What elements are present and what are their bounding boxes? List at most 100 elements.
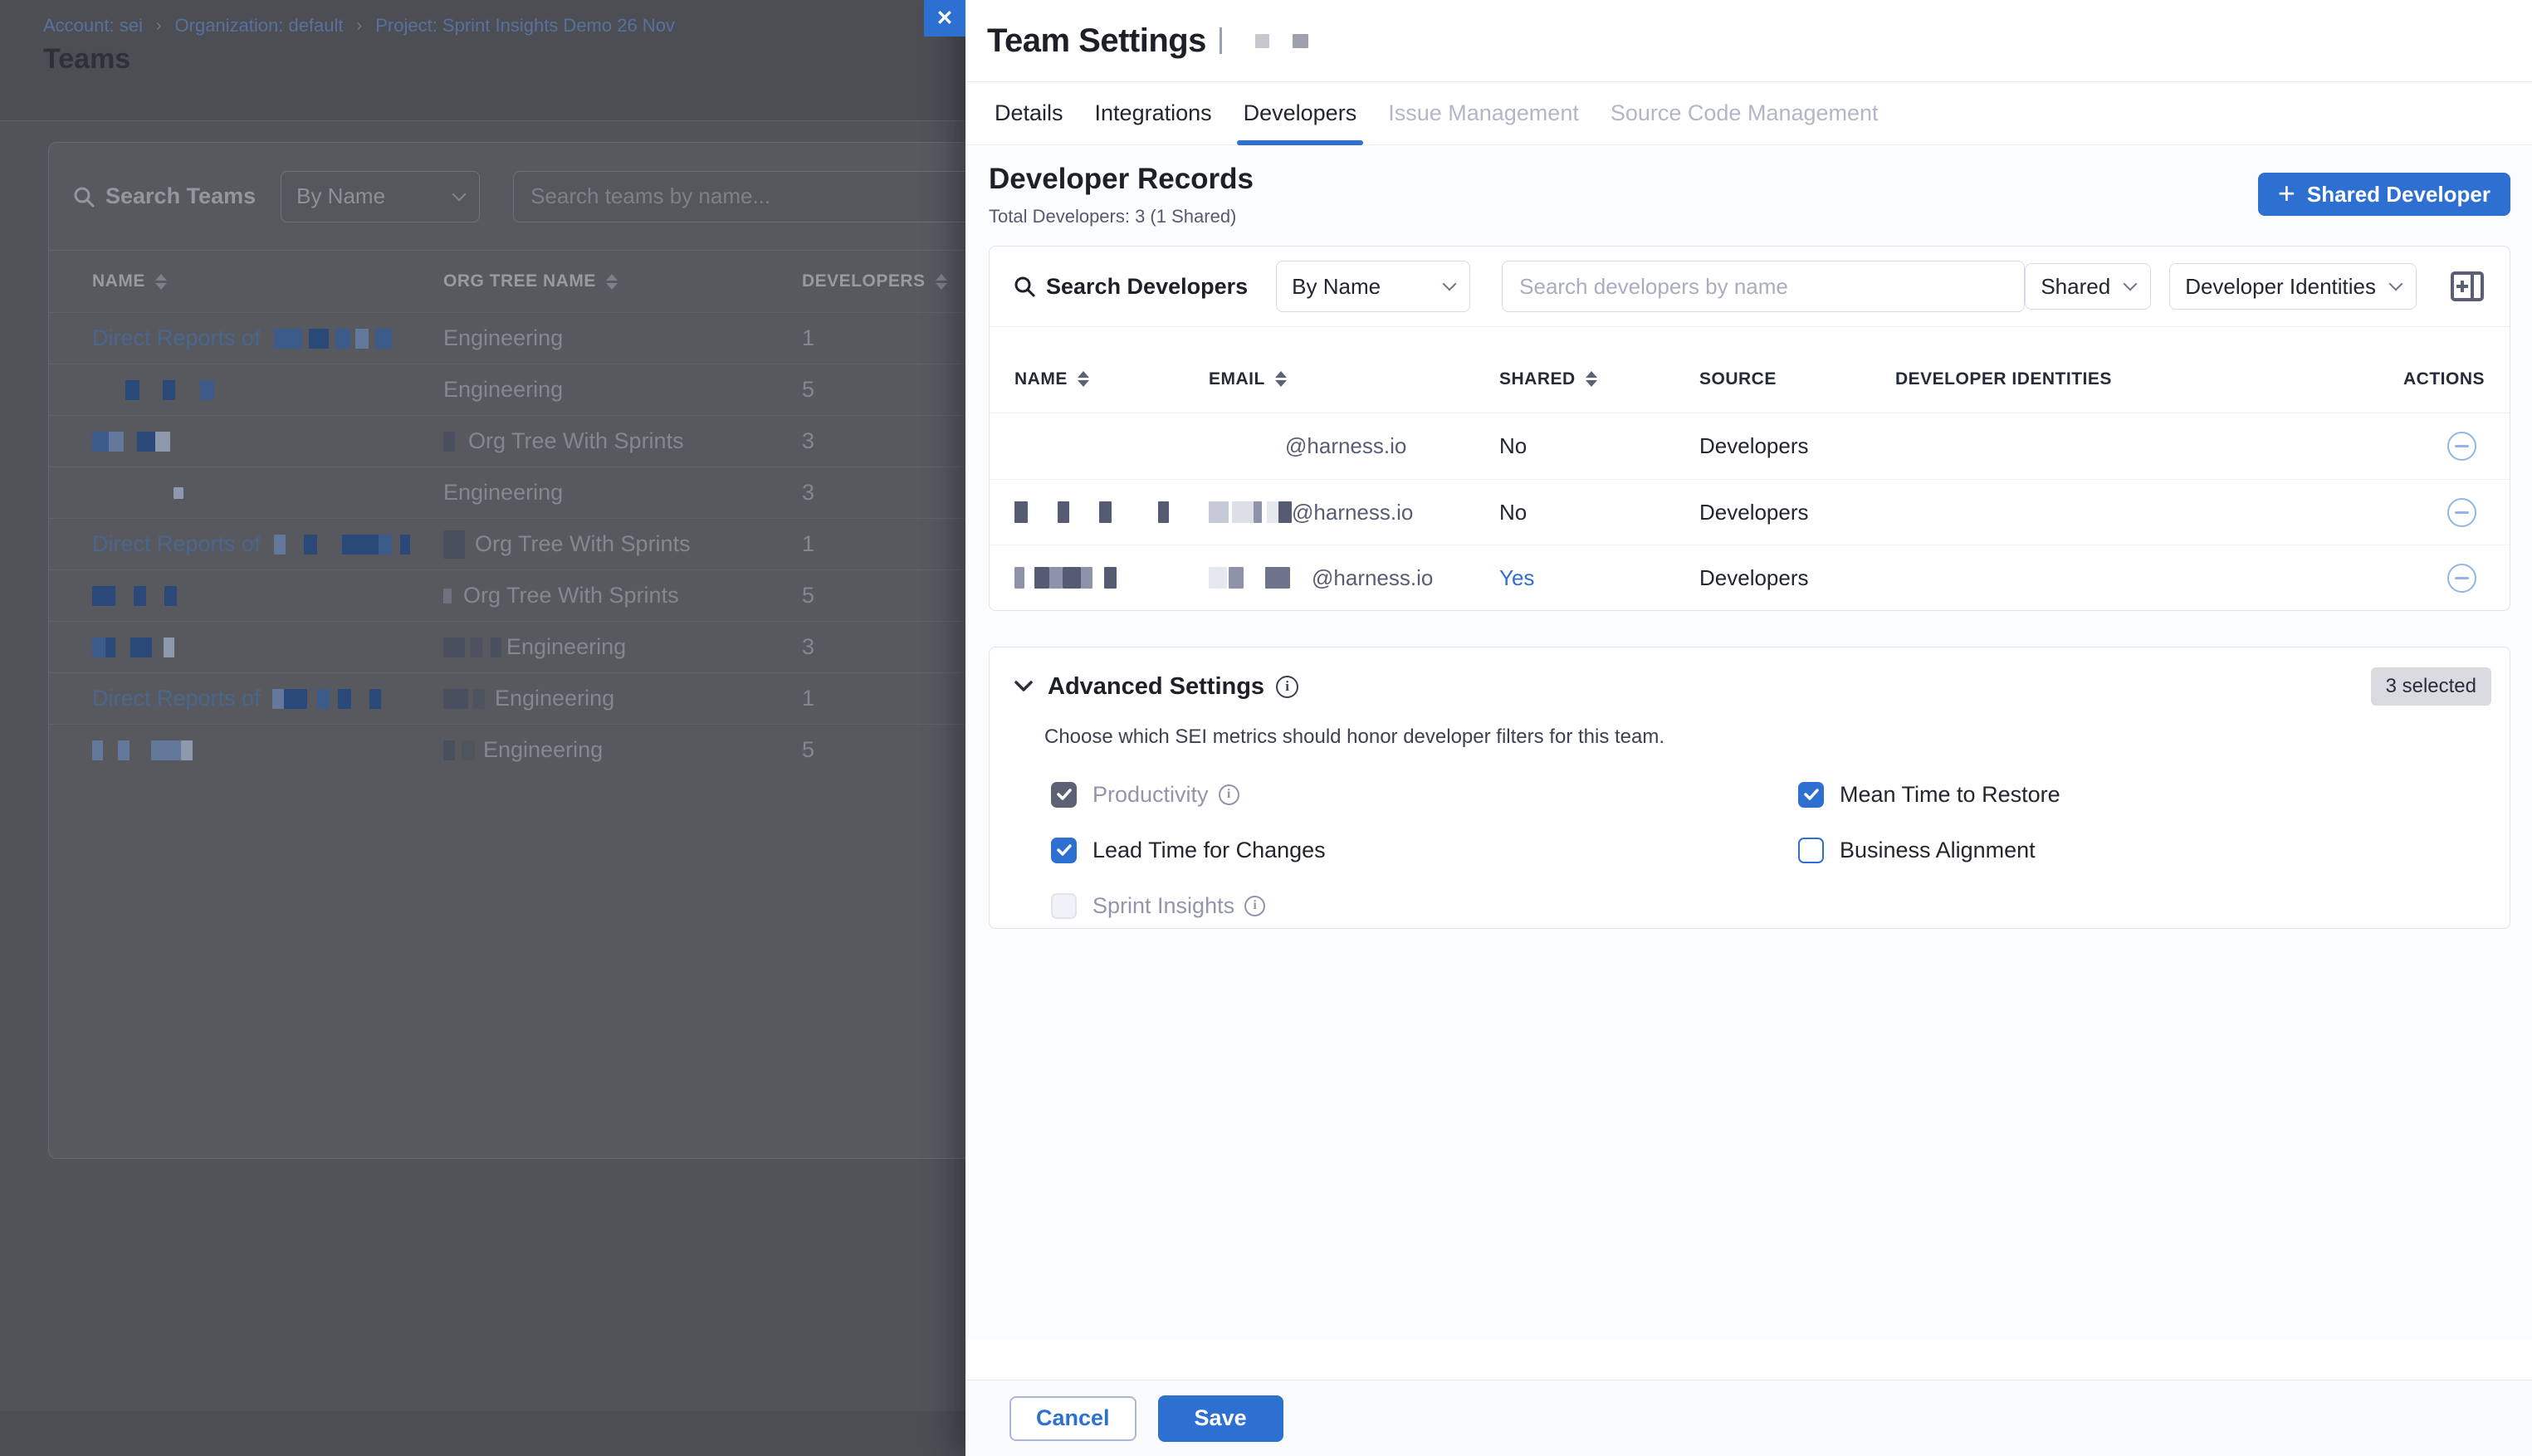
search-icon [72,185,95,208]
tab-integrations[interactable]: Integrations [1095,82,1212,144]
metric-sprint-insights: Sprint Insights i [1051,890,1798,921]
search-icon [1013,275,1036,298]
selected-count-badge: 3 selected [2371,667,2491,706]
content-bottom-strip [965,1340,2532,1380]
column-header-email[interactable]: EMAIL [1209,351,1499,389]
search-developers-input[interactable] [1502,261,2025,312]
teams-filter-by-value: By Name [296,183,385,209]
chevron-down-icon [452,187,467,201]
breadcrumb-separator: › [156,17,162,36]
advanced-settings-title: Advanced Settings [1048,673,1264,701]
teams-filter-by-select[interactable]: By Name [281,171,480,222]
drawer-header: Team Settings [965,0,2532,82]
breadcrumb-project[interactable]: Project: Sprint Insights Demo 26 Nov [375,15,675,37]
shared-filter-select[interactable]: Shared [2025,263,2151,310]
records-subtitle: Total Developers: 3 (1 Shared) [989,206,1254,227]
metric-label: Sprint Insights [1092,893,1234,919]
lead-time-for-changes-checkbox[interactable] [1051,838,1077,863]
metric-label: Mean Time to Restore [1840,782,2060,808]
drawer-title: Team Settings [987,22,1206,60]
column-header-shared[interactable]: SHARED [1499,351,1699,389]
sort-icon[interactable] [1078,371,1089,387]
tab-details[interactable]: Details [995,82,1063,144]
add-shared-developer-button[interactable]: + Shared Developer [2258,173,2510,216]
team-name-link[interactable]: Direct Reports of [92,686,261,711]
metric-label: Business Alignment [1840,838,2036,863]
redacted-team-name [1255,34,1269,48]
developer-row[interactable]: @harness.io Yes Developers [990,545,2510,610]
cancel-button[interactable]: Cancel [1009,1396,1136,1441]
developer-email-cell: @harness.io [1209,565,1499,591]
tab-issue-management[interactable]: Issue Management [1388,82,1579,144]
column-header-source: SOURCE [1699,351,1895,389]
title-divider [1220,27,1222,54]
drawer-body: Developer Records Total Developers: 3 (1… [965,145,2532,1380]
advanced-settings-header[interactable]: Advanced Settings i 3 selected [1014,667,2491,706]
sort-icon[interactable] [936,274,947,290]
developer-identities-filter-select[interactable]: Developer Identities [2169,263,2417,310]
breadcrumb-organization[interactable]: Organization: default [175,15,344,37]
metric-lead-time-for-changes: Lead Time for Changes [1051,834,1798,866]
info-icon[interactable]: i [1244,896,1265,916]
developer-shared-cell: No [1499,500,1699,525]
tab-developers[interactable]: Developers [1244,82,1357,144]
column-header-name[interactable]: NAME [92,271,443,291]
developer-shared-cell: No [1499,433,1699,459]
column-header-name[interactable]: NAME [1014,351,1209,389]
close-icon: ✕ [936,6,954,31]
save-button[interactable]: Save [1158,1395,1283,1442]
redacted-team-name [1293,34,1308,48]
team-name-link[interactable]: Direct Reports of [92,325,261,351]
metric-label: Productivity [1092,782,1209,808]
column-header-actions: ACTIONS [2393,351,2485,389]
sprint-insights-checkbox[interactable] [1051,893,1077,919]
developer-name-cell [1014,567,1209,589]
sort-icon[interactable] [1275,371,1287,387]
remove-developer-icon[interactable] [2447,432,2476,461]
developer-row[interactable]: @harness.io No Developers [990,413,2510,479]
metric-label: Lead Time for Changes [1092,838,1326,863]
team-name-link[interactable]: Direct Reports of [92,531,261,557]
filter-by-value: By Name [1292,274,1381,300]
chevron-down-icon [1443,277,1457,291]
developers-search-row: Search Developers By Name Shared Develop… [990,247,2510,327]
page-title: Teams [43,43,130,76]
records-title: Developer Records [989,163,1254,196]
developer-row[interactable]: @harness.io No Developers [990,479,2510,545]
breadcrumb-account[interactable]: Account: sei [43,15,143,37]
team-settings-drawer: Team Settings Details Integrations Devel… [965,0,2532,1456]
shared-filter-value: Shared [2041,274,2110,300]
info-icon[interactable]: i [1219,784,1239,805]
breadcrumb-separator: › [357,17,363,36]
info-icon[interactable]: i [1276,676,1298,698]
chevron-down-icon [2389,277,2403,291]
column-header-developer-identities: DEVELOPER IDENTITIES [1895,351,2393,389]
close-drawer-button[interactable]: ✕ [924,0,965,37]
remove-developer-icon[interactable] [2447,498,2476,527]
identities-filter-value: Developer Identities [2185,274,2376,300]
sort-icon[interactable] [155,274,167,290]
developer-email-cell: @harness.io [1209,500,1499,525]
mean-time-to-restore-checkbox[interactable] [1798,782,1824,808]
developer-source-cell: Developers [1699,500,1895,525]
metric-productivity: Productivity i [1051,779,1798,810]
remove-developer-icon[interactable] [2447,564,2476,593]
metrics-grid: Productivity i Mean Time to Restore Lead… [1051,779,2491,921]
business-alignment-checkbox[interactable] [1798,838,1824,863]
sort-icon[interactable] [1586,371,1597,387]
search-developers-label: Search Developers [1046,274,1248,300]
metric-mean-time-to-restore: Mean Time to Restore [1798,779,2491,810]
breadcrumb: Account: sei › Organization: default › P… [43,15,675,37]
developer-name-cell [1014,501,1209,523]
developer-source-cell: Developers [1699,433,1895,459]
developers-filter-by-select[interactable]: By Name [1276,261,1470,312]
column-header-org-tree[interactable]: ORG TREE NAME [443,271,802,291]
chevron-down-icon [1014,681,1033,692]
sort-icon[interactable] [606,274,618,290]
productivity-checkbox[interactable] [1051,782,1077,808]
column-settings-button[interactable] [2448,269,2486,304]
drawer-tabs: Details Integrations Developers Issue Ma… [965,82,2532,145]
tab-source-code-management[interactable]: Source Code Management [1611,82,1879,144]
app-screen: Account: sei › Organization: default › P… [0,0,2532,1456]
developer-email-cell: @harness.io [1209,433,1499,459]
